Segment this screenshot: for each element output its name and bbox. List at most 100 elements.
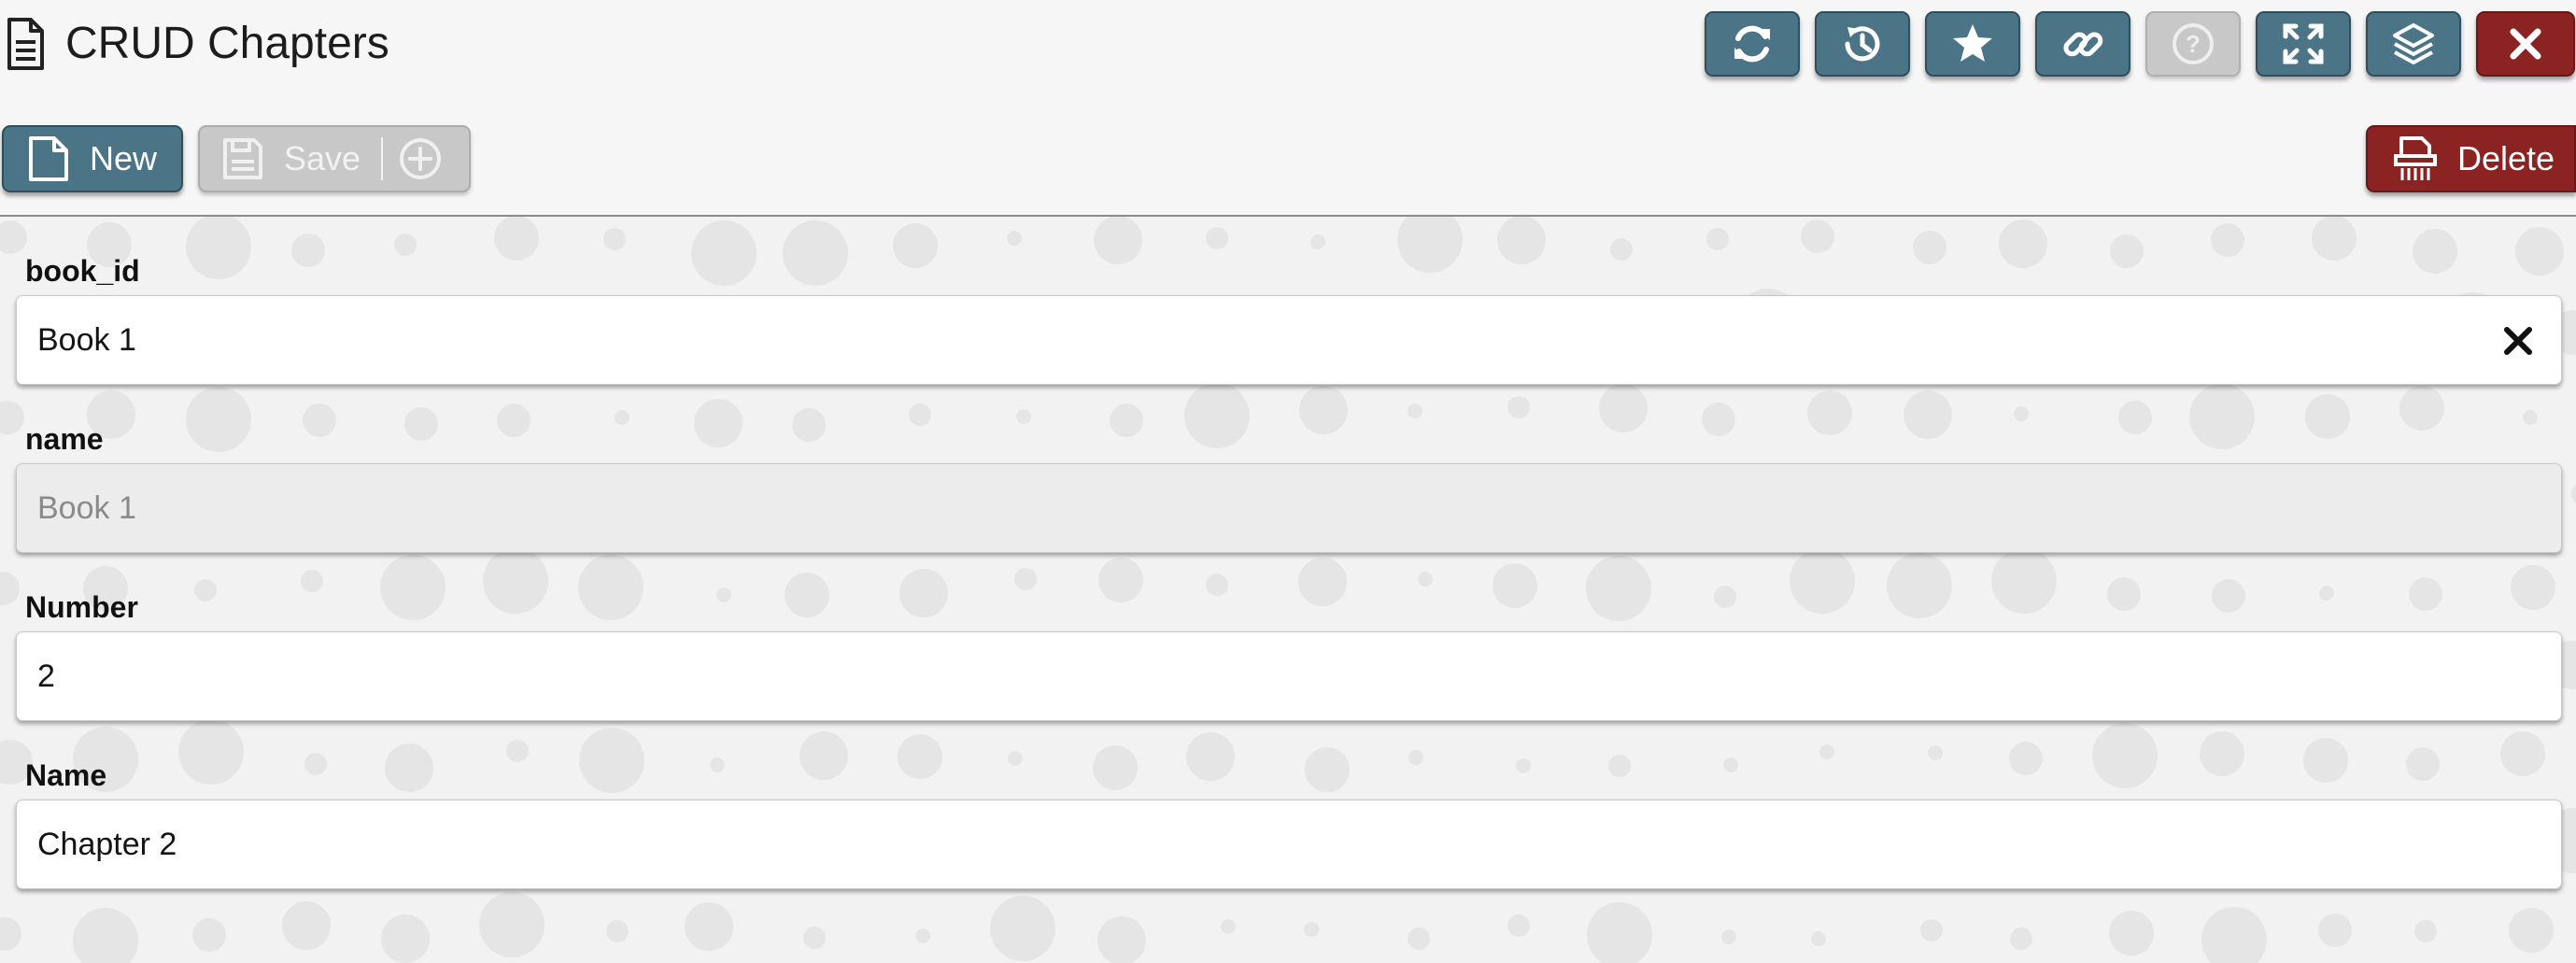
background-dot bbox=[2511, 564, 2556, 610]
background-dot bbox=[1919, 919, 1943, 942]
background-dot bbox=[2117, 401, 2152, 435]
field-label-name-readonly: name bbox=[25, 422, 104, 456]
background-dot bbox=[1098, 558, 1144, 603]
background-dot bbox=[1586, 901, 1652, 963]
background-dot bbox=[2013, 405, 2029, 421]
delete-button[interactable]: Delete bbox=[2366, 125, 2576, 192]
favorite-button[interactable] bbox=[1925, 11, 2020, 77]
chapter-name-field[interactable]: Chapter 2 bbox=[16, 800, 2562, 889]
background-dot bbox=[605, 919, 629, 942]
refresh-button[interactable] bbox=[1705, 11, 1800, 77]
new-document-icon bbox=[29, 136, 68, 181]
background-dot bbox=[2201, 907, 2267, 963]
background-dot bbox=[1093, 745, 1139, 791]
layers-button[interactable] bbox=[2366, 11, 2461, 77]
background-dot bbox=[404, 406, 439, 441]
background-dot bbox=[893, 223, 939, 268]
background-dot bbox=[1507, 914, 1530, 938]
background-dot bbox=[690, 220, 757, 287]
background-dot bbox=[709, 758, 725, 773]
book-id-select[interactable]: Book 1 bbox=[16, 295, 2562, 385]
link-icon bbox=[2063, 32, 2103, 57]
background-dot bbox=[799, 730, 848, 780]
background-dot bbox=[1184, 383, 1251, 449]
book-id-value: Book 1 bbox=[37, 322, 136, 358]
background-dot bbox=[2409, 576, 2443, 611]
background-dot bbox=[2508, 908, 2554, 954]
number-value: 2 bbox=[37, 659, 55, 694]
background-dot bbox=[791, 408, 826, 443]
background-dot bbox=[1297, 557, 1347, 606]
save-button[interactable]: Save bbox=[198, 125, 471, 192]
background-dot bbox=[898, 733, 943, 779]
history-icon bbox=[1845, 26, 1880, 62]
fullscreen-button[interactable] bbox=[2256, 11, 2351, 77]
background-dot bbox=[2406, 746, 2441, 781]
field-label-chapter-name: Name bbox=[25, 758, 107, 792]
background-dot bbox=[0, 571, 21, 605]
background-dot bbox=[2210, 223, 2244, 258]
background-dot bbox=[300, 569, 323, 592]
background-dot bbox=[1407, 928, 1430, 951]
background-dot bbox=[1015, 409, 1031, 425]
background-dot bbox=[1990, 548, 2057, 615]
help-icon: ? bbox=[2173, 23, 2214, 64]
clear-icon[interactable] bbox=[2499, 322, 2537, 360]
help-button[interactable]: ? bbox=[2145, 11, 2241, 77]
background-dot bbox=[192, 918, 227, 953]
close-button[interactable] bbox=[2476, 11, 2575, 77]
background-dot bbox=[1310, 234, 1326, 249]
background-dot bbox=[1713, 585, 1736, 608]
book-name-field: Book 1 bbox=[16, 463, 2562, 553]
history-button[interactable] bbox=[1815, 11, 1910, 77]
new-button[interactable]: New bbox=[2, 125, 183, 192]
background-dot bbox=[1507, 396, 1531, 419]
background-dot bbox=[1722, 757, 1738, 772]
background-dot bbox=[602, 227, 626, 250]
background-dot bbox=[0, 916, 22, 951]
background-dot bbox=[1810, 931, 1826, 947]
background-dot bbox=[2302, 737, 2348, 783]
expand-icon bbox=[2283, 23, 2324, 64]
refresh-icon bbox=[1734, 25, 1770, 63]
background-dot bbox=[494, 217, 540, 262]
save-and-new-icon[interactable] bbox=[398, 136, 443, 181]
background-dot bbox=[1806, 390, 1852, 436]
background-dot bbox=[2109, 910, 2155, 956]
background-dot bbox=[1886, 552, 1952, 618]
background-dot bbox=[194, 578, 218, 602]
background-dot bbox=[1912, 230, 1946, 264]
field-label-book-id: book_id bbox=[25, 254, 140, 288]
background-dot bbox=[693, 398, 743, 447]
new-button-label: New bbox=[90, 139, 158, 177]
background-dot bbox=[2399, 386, 2444, 432]
background-dot bbox=[1903, 389, 1952, 439]
floppy-disk-icon bbox=[223, 138, 262, 179]
background-dot bbox=[909, 403, 932, 426]
background-dot bbox=[615, 409, 630, 425]
background-dot bbox=[1408, 404, 1423, 418]
background-dot bbox=[1205, 227, 1228, 250]
background-dot bbox=[716, 588, 732, 603]
background-dot bbox=[2009, 927, 2032, 950]
page-title: CRUD Chapters bbox=[65, 19, 389, 68]
background-dot bbox=[1800, 219, 1834, 253]
chapter-name-value: Chapter 2 bbox=[37, 827, 177, 862]
background-dot bbox=[1007, 750, 1023, 766]
background-dot bbox=[496, 404, 531, 438]
background-dot bbox=[1701, 403, 1735, 437]
background-dot bbox=[506, 740, 530, 763]
document-icon bbox=[7, 18, 44, 70]
background-dot bbox=[1497, 217, 1547, 264]
background-dot bbox=[1721, 928, 1737, 944]
field-label-number: Number bbox=[25, 590, 138, 624]
background-dot bbox=[1206, 573, 1229, 596]
background-dot bbox=[2514, 227, 2564, 276]
number-field[interactable]: 2 bbox=[16, 631, 2562, 721]
background-dot bbox=[1819, 743, 1834, 759]
background-dot bbox=[2570, 483, 2576, 506]
background-dot bbox=[177, 718, 244, 785]
link-button[interactable] bbox=[2035, 11, 2130, 77]
background-dot bbox=[1006, 231, 1022, 247]
background-dot bbox=[290, 233, 325, 267]
